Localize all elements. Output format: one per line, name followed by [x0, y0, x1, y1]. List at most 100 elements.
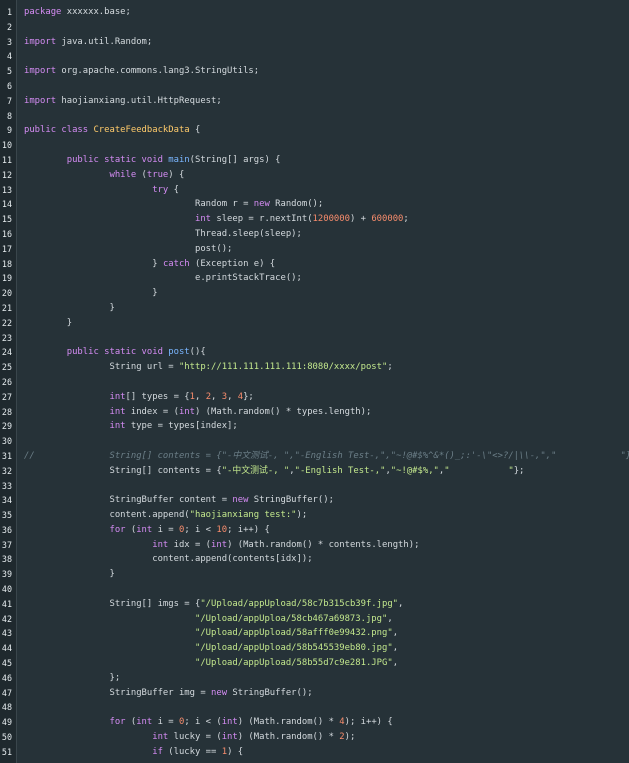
code-token: "/Upload/appUpload/58c7b315cb39f.jpg" [200, 598, 399, 609]
code-line[interactable]: 26 [0, 375, 629, 390]
code-line[interactable]: 14 Random r = new Random(); [0, 197, 629, 212]
code-line[interactable]: 51 if (lucky == 1) { [0, 745, 629, 760]
line-source: Thread.sleep(sleep); [24, 227, 302, 242]
code-token: ) { [227, 746, 244, 757]
code-line[interactable]: 5 import org.apache.commons.lang3.StringU… [0, 64, 629, 79]
line-number: 19 [1, 273, 12, 284]
code-line[interactable]: 41 String[] imgs = {"/Upload/appUpload/5… [0, 597, 629, 612]
code-token: , [387, 613, 393, 624]
code-line[interactable]: 3 import java.util.Random; [0, 35, 629, 50]
line-source: String url = "http://111.111.111.111:808… [24, 360, 392, 375]
code-token: Random r = [24, 199, 254, 210]
line-source: } [24, 301, 114, 316]
code-token: int [221, 732, 238, 743]
code-token: , [211, 391, 222, 402]
code-line[interactable]: 13 try { [0, 183, 629, 198]
code-line[interactable]: 45 "/Upload/appUpload/58b55d7c9e281.JPG"… [0, 656, 629, 671]
line-number: 30 [1, 436, 12, 447]
code-token: while [109, 169, 137, 180]
code-area[interactable]: 1 package xxxxxx.base; 2 3 import java.util.… [0, 5, 629, 760]
code-line[interactable]: 40 [0, 582, 629, 597]
code-line[interactable]: 7 import haojianxiang.util.HttpRequest; [0, 94, 629, 109]
line-source: int[] types = {1, 2, 3, 4}; [24, 390, 254, 405]
line-number: 21 [1, 302, 12, 313]
code-line[interactable]: 20 } [0, 286, 629, 301]
code-line[interactable]: 43 "/Upload/appUpload/58afff0e99432.png"… [0, 626, 629, 641]
code-line[interactable]: 34 StringBuffer content = new StringBuff… [0, 493, 629, 508]
code-line[interactable]: 19 e.printStackTrace(); [0, 271, 629, 286]
code-line[interactable]: 50 int lucky = (int) (Math.random() * 2)… [0, 730, 629, 745]
code-token: content.append(contents[idx]); [24, 554, 313, 565]
code-line[interactable]: 8 [0, 109, 629, 124]
code-line[interactable]: 48 [0, 700, 629, 715]
line-number: 48 [1, 702, 12, 713]
code-line[interactable]: 16 Thread.sleep(sleep); [0, 227, 629, 242]
code-token: true [146, 169, 169, 180]
line-number: 44 [1, 643, 12, 654]
line-source: public class CreateFeedbackData { [24, 123, 200, 138]
line-number: 4 [6, 51, 12, 62]
code-line[interactable]: 39 } [0, 567, 629, 582]
code-line[interactable]: 2 [0, 20, 629, 35]
code-line[interactable]: 37 int idx = (int) (Math.random() * cont… [0, 538, 629, 553]
code-line[interactable]: 15 int sleep = r.nextInt(1200000) + 6000… [0, 212, 629, 227]
code-line[interactable]: 28 int index = (int) (Math.random() * ty… [0, 405, 629, 420]
code-line[interactable]: 32 String[] contents = {"-中文测试-, ","-Eng… [0, 464, 629, 479]
code-token: "/Upload/appUpload/58b55d7c9e281.JPG" [194, 658, 393, 669]
code-line[interactable]: 44 "/Upload/appUpload/58b545539eb80.jpg"… [0, 641, 629, 656]
line-number: 12 [1, 169, 12, 180]
code-token: public static void [66, 347, 169, 358]
code-line[interactable]: 1 package xxxxxx.base; [0, 5, 629, 20]
code-token: { [189, 125, 201, 136]
code-line[interactable]: 31 // String[] contents = {"-中文测试-, ","-E… [0, 449, 629, 464]
code-line[interactable]: 23 [0, 331, 629, 346]
code-line[interactable]: 30 [0, 434, 629, 449]
code-token: StringBuffer content = [24, 495, 233, 506]
code-line[interactable]: 9 public class CreateFeedbackData { [0, 123, 629, 138]
code-line[interactable]: 10 [0, 138, 629, 153]
code-editor[interactable]: 1 package xxxxxx.base; 2 3 import java.util.… [0, 0, 629, 763]
code-token: }; [24, 672, 121, 683]
code-line[interactable]: 18 } catch (Exception e) { [0, 257, 629, 272]
code-token: "/Upload/appUpload/58b545539eb80.jpg" [194, 643, 393, 654]
code-line[interactable]: 6 [0, 79, 629, 94]
code-line[interactable]: 22 } [0, 316, 629, 331]
line-source: content.append(contents[idx]); [24, 552, 313, 567]
code-line[interactable]: 4 [0, 49, 629, 64]
line-number: 24 [1, 347, 12, 358]
code-line[interactable]: 35 content.append("haojianxiang test:"); [0, 508, 629, 523]
code-line[interactable]: 21 } [0, 301, 629, 316]
code-token: new [232, 495, 249, 506]
code-line[interactable]: 46 }; [0, 671, 629, 686]
code-line[interactable]: 42 "/Upload/appUploa/58cb467a69873.jpg", [0, 612, 629, 627]
code-token: ); [344, 732, 356, 743]
code-line[interactable]: 11 public static void main(String[] args… [0, 153, 629, 168]
code-line[interactable]: 27 int[] types = {1, 2, 3, 4}; [0, 390, 629, 405]
code-token: , [227, 391, 238, 402]
line-source: content.append("haojianxiang test:"); [24, 508, 307, 523]
code-line[interactable]: 29 int type = types[index]; [0, 419, 629, 434]
line-number: 2 [6, 21, 12, 32]
line-number: 16 [1, 228, 12, 239]
code-token: haojianxiang.util.HttpRequest; [56, 95, 222, 106]
code-line[interactable]: 49 for (int i = 0; i < (int) (Math.rando… [0, 715, 629, 730]
line-source: }; [24, 671, 120, 686]
code-line[interactable]: 47 StringBuffer img = new StringBuffer()… [0, 686, 629, 701]
line-number: 18 [1, 258, 12, 269]
code-line[interactable]: 38 content.append(contents[idx]); [0, 552, 629, 567]
code-token: CreateFeedbackData [93, 125, 190, 136]
code-token: , [195, 391, 206, 402]
code-token: i = [152, 524, 179, 535]
line-source: int sleep = r.nextInt(1200000) + 600000; [24, 212, 409, 227]
code-line[interactable]: 36 for (int i = 0; i < 10; i++) { [0, 523, 629, 538]
code-line[interactable]: 17 post(); [0, 242, 629, 257]
code-line[interactable]: 24 public static void post(){ [0, 345, 629, 360]
code-token: (Exception e) { [189, 258, 276, 269]
code-line[interactable]: 25 String url = "http://111.111.111.111:… [0, 360, 629, 375]
code-line[interactable]: 12 while (true) { [0, 168, 629, 183]
code-line[interactable]: 33 [0, 479, 629, 494]
